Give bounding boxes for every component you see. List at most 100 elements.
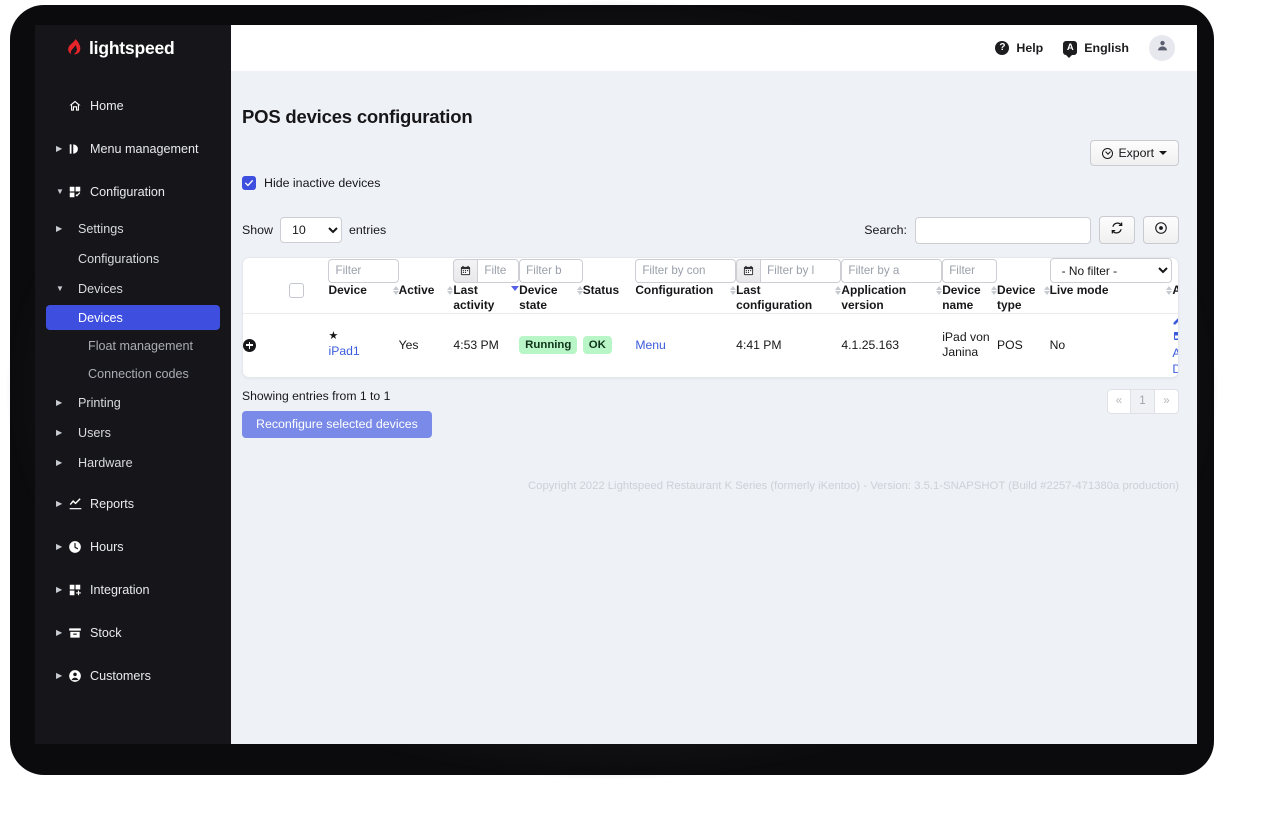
sidebar-item-stock[interactable]: ▶ Stock (35, 620, 231, 645)
sidebar-item-label: Menu management (90, 141, 199, 156)
chevron-right-icon[interactable]: ▶ (56, 224, 68, 233)
sidebar-item-hardware[interactable]: ▶ Hardware (35, 450, 231, 475)
filter-cell-last-configuration (736, 258, 842, 283)
chevron-right-icon[interactable]: ▶ (56, 458, 68, 467)
filter-device-state-input[interactable] (519, 258, 583, 283)
filter-last-configuration-input[interactable] (760, 258, 842, 283)
sidebar-item-connection-codes[interactable]: Connection codes (35, 361, 231, 386)
th-label: Last activity (453, 283, 495, 312)
cell-device-name: iPad von Janina (942, 330, 990, 360)
calendar-icon[interactable] (736, 258, 761, 283)
sidebar-item-customers[interactable]: ▶ Customers (35, 663, 231, 688)
action-audit[interactable]: Audit (1172, 346, 1178, 361)
filter-cell-actions (1172, 258, 1178, 283)
th-status: Status (582, 283, 636, 314)
sidebar-item-hours[interactable]: ▶ Hours (35, 534, 231, 559)
cell-device: ★ iPad1 (328, 313, 398, 377)
filter-cell-last-activity (453, 258, 520, 283)
chevron-right-icon[interactable]: ▶ (56, 144, 68, 153)
th-app-version[interactable]: Application version (841, 283, 943, 314)
th-last-activity[interactable]: Last activity (453, 283, 520, 314)
sidebar-item-devices-group[interactable]: ▼ Devices (35, 276, 231, 301)
filter-configuration-input[interactable] (635, 258, 737, 283)
chevron-right-icon[interactable]: ▶ (56, 542, 68, 551)
action-book[interactable] (1172, 330, 1178, 346)
show-label: Show (242, 223, 273, 237)
chevron-down-icon[interactable]: ▼ (56, 284, 68, 293)
th-last-configuration[interactable]: Last configuration (736, 283, 842, 314)
language-selector[interactable]: A English (1063, 41, 1129, 58)
sidebar-item-printing[interactable]: ▶ Printing (35, 390, 231, 415)
entries-label: entries (349, 223, 387, 237)
cell-configuration: Menu (635, 313, 736, 377)
calendar-icon[interactable] (453, 258, 478, 283)
chevron-right-icon[interactable]: ▶ (56, 428, 68, 437)
chevron-right-icon[interactable]: ▶ (56, 628, 68, 637)
th-configuration[interactable]: Configuration (635, 283, 737, 314)
sidebar-item-menu-management[interactable]: ▶ Menu management (35, 136, 231, 161)
chevron-right-icon[interactable]: ▶ (56, 398, 68, 407)
hide-inactive-checkbox[interactable] (242, 176, 256, 190)
action-audit-label[interactable]: Audit (1172, 346, 1178, 361)
action-disable[interactable]: Disable (1172, 362, 1178, 377)
th-active[interactable]: Active (398, 283, 454, 314)
action-disable-label[interactable]: Disable (1172, 362, 1178, 377)
chevron-right-icon[interactable]: ▶ (56, 671, 68, 680)
help-button[interactable]: ? Help (995, 41, 1043, 55)
filter-cell-status (583, 258, 636, 283)
sidebar-item-label: Configuration (90, 184, 165, 199)
brand-logo[interactable]: lightspeed (35, 25, 231, 71)
select-all-checkbox[interactable] (289, 283, 305, 298)
export-button[interactable]: Export (1090, 140, 1179, 166)
cell-select (289, 313, 328, 377)
chevron-right-icon[interactable]: ▶ (56, 499, 68, 508)
sidebar-item-home[interactable]: Home (35, 93, 231, 118)
th-device-type[interactable]: Device type (997, 283, 1050, 314)
page-title: POS devices configuration (242, 106, 473, 127)
pagination: « 1 » (1107, 388, 1179, 414)
th-label: Active (398, 283, 435, 297)
th-device[interactable]: Device (328, 283, 399, 314)
refresh-button[interactable] (1099, 216, 1135, 244)
configuration-link[interactable]: Menu (635, 338, 666, 352)
sidebar-item-settings[interactable]: ▶ Settings (35, 216, 231, 241)
help-label: Help (1016, 41, 1044, 55)
sort-icon-desc[interactable] (511, 286, 520, 291)
device-link[interactable]: iPad1 (328, 344, 359, 358)
refresh-icon (1110, 221, 1124, 240)
sidebar-item-reports[interactable]: ▶ Reports (35, 491, 231, 516)
cell-status: OK (582, 313, 636, 377)
filter-app-version-input[interactable] (841, 258, 943, 283)
action-edit[interactable]: Edit (1172, 314, 1178, 330)
filter-live-mode-select[interactable]: - No filter - (1049, 258, 1173, 283)
cell-active: Yes (398, 337, 419, 352)
th-device-name[interactable]: Device name (942, 283, 998, 314)
user-avatar-button[interactable] (1149, 35, 1175, 61)
pagination-prev[interactable]: « (1107, 388, 1131, 414)
filter-last-activity-input[interactable] (477, 258, 520, 283)
pagination-page-1[interactable]: 1 (1131, 388, 1155, 414)
sidebar-item-users[interactable]: ▶ Users (35, 420, 231, 445)
sidebar-item-devices[interactable]: Devices (46, 305, 220, 330)
status-badge: OK (582, 336, 612, 355)
search-input[interactable] (915, 216, 1091, 244)
sidebar-item-float-management[interactable]: Float management (35, 333, 231, 358)
sidebar-item-integration[interactable]: ▶ Integration (35, 577, 231, 602)
filter-device-name-input[interactable] (942, 258, 998, 283)
page-size-select[interactable]: 10 (280, 217, 342, 243)
sidebar-item-configurations[interactable]: Configurations (35, 246, 231, 271)
expand-row-icon[interactable] (243, 338, 256, 352)
filter-device-input[interactable] (328, 258, 399, 283)
chevron-right-icon[interactable]: ▶ (56, 585, 68, 594)
reconfigure-selected-devices-button[interactable]: Reconfigure selected devices (242, 410, 432, 438)
column-settings-button[interactable] (1143, 216, 1179, 244)
filter-cell-device (328, 258, 399, 283)
pagination-next[interactable]: » (1155, 388, 1179, 414)
th-live-mode[interactable]: Live mode (1049, 283, 1173, 314)
copyright-text: Copyright 2022 Lightspeed Restaurant K S… (528, 479, 1179, 492)
sidebar-item-configuration[interactable]: ▼ Configuration (35, 179, 231, 204)
chevron-down-icon[interactable]: ▼ (56, 187, 68, 196)
sidebar-item-label: Settings (78, 221, 124, 236)
sidebar-item-label: Stock (90, 625, 122, 640)
th-device-state[interactable]: Device state (519, 283, 583, 314)
